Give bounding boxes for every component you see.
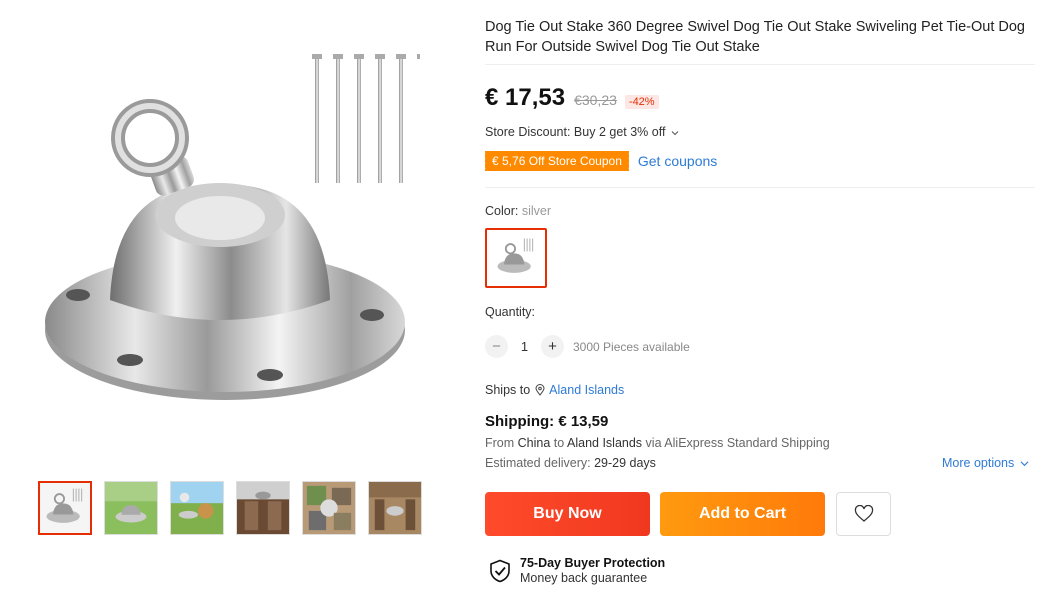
divider: [485, 64, 1035, 65]
stock-available: 3000 Pieces available: [573, 339, 690, 354]
buyer-protection-text: 75-Day Buyer Protection Money back guara…: [520, 556, 665, 586]
to-country: Aland Islands: [567, 436, 643, 450]
thumbnail-2[interactable]: [104, 481, 158, 535]
shipping-method: via AliExpress Standard Shipping: [642, 436, 830, 450]
quantity-increase-button[interactable]: +: [541, 335, 564, 358]
discount-badge: -42%: [624, 95, 659, 109]
heart-icon: [854, 505, 873, 522]
buyer-protection-title: 75-Day Buyer Protection: [520, 556, 666, 570]
coupon-row: € 5,76 Off Store Coupon Get coupons: [483, 151, 717, 171]
wishlist-button[interactable]: [836, 492, 891, 536]
to-word: to: [550, 436, 567, 450]
store-coupon-badge: € 5,76 Off Store Coupon: [483, 151, 629, 171]
shield-check-icon: [490, 559, 510, 583]
get-coupons-link[interactable]: Get coupons: [638, 153, 717, 169]
color-value: silver: [521, 204, 551, 218]
add-to-cart-button[interactable]: Add to Cart: [660, 492, 825, 536]
original-price: €30,23: [574, 92, 617, 108]
buyer-protection-subtitle: Money back guarantee: [520, 571, 648, 585]
ships-to: Ships to Aland Islands: [485, 383, 624, 397]
shipping-route: From China to Aland Islands via AliExpre…: [485, 436, 830, 450]
main-product-image[interactable]: [30, 40, 420, 440]
more-options-label: More options: [942, 456, 1015, 470]
from-prefix: From: [485, 436, 518, 450]
quantity-decrease-button[interactable]: −: [485, 335, 508, 358]
ship-destination-link[interactable]: Aland Islands: [549, 383, 624, 397]
chevron-down-icon: [1020, 460, 1029, 466]
product-gallery: [0, 0, 460, 609]
product-title: Dog Tie Out Stake 360 Degree Swivel Dog …: [485, 19, 1025, 55]
estimated-delivery: Estimated delivery: 29-29 days: [485, 456, 656, 470]
buy-now-button[interactable]: Buy Now: [485, 492, 650, 536]
divider: [485, 187, 1035, 188]
shipping-cost: Shipping: € 13,59: [485, 413, 609, 430]
quantity-label: Quantity:: [485, 305, 536, 319]
color-label: Color: silver: [485, 204, 551, 218]
delivery-days: 29-29 days: [594, 456, 656, 470]
store-discount-label: Store Discount: Buy 2 get 3% off: [485, 125, 666, 139]
thumbnail-5[interactable]: [302, 481, 356, 535]
thumbnail-strip: [38, 481, 422, 535]
from-country: China: [517, 436, 551, 450]
color-label-text: Color:: [485, 204, 522, 218]
more-options-link[interactable]: More options: [942, 456, 1029, 470]
current-price: € 17,53: [485, 84, 566, 111]
quantity-stepper: − 1 + 3000 Pieces available: [485, 335, 690, 358]
thumbnail-3[interactable]: [170, 481, 224, 535]
ships-to-label: Ships to: [485, 383, 531, 397]
price-row: € 17,53 €30,23 -42%: [485, 84, 659, 112]
quantity-value[interactable]: 1: [508, 339, 541, 354]
chevron-down-icon: [671, 130, 679, 135]
thumbnail-6[interactable]: [368, 481, 422, 535]
delivery-prefix: Estimated delivery:: [485, 456, 595, 470]
color-swatch-silver[interactable]: [485, 228, 547, 288]
thumbnail-4[interactable]: [236, 481, 290, 535]
location-pin-icon: [535, 384, 545, 396]
thumbnail-1[interactable]: [38, 481, 92, 535]
buyer-protection: 75-Day Buyer Protection Money back guara…: [489, 556, 665, 586]
store-discount[interactable]: Store Discount: Buy 2 get 3% off: [485, 125, 679, 139]
